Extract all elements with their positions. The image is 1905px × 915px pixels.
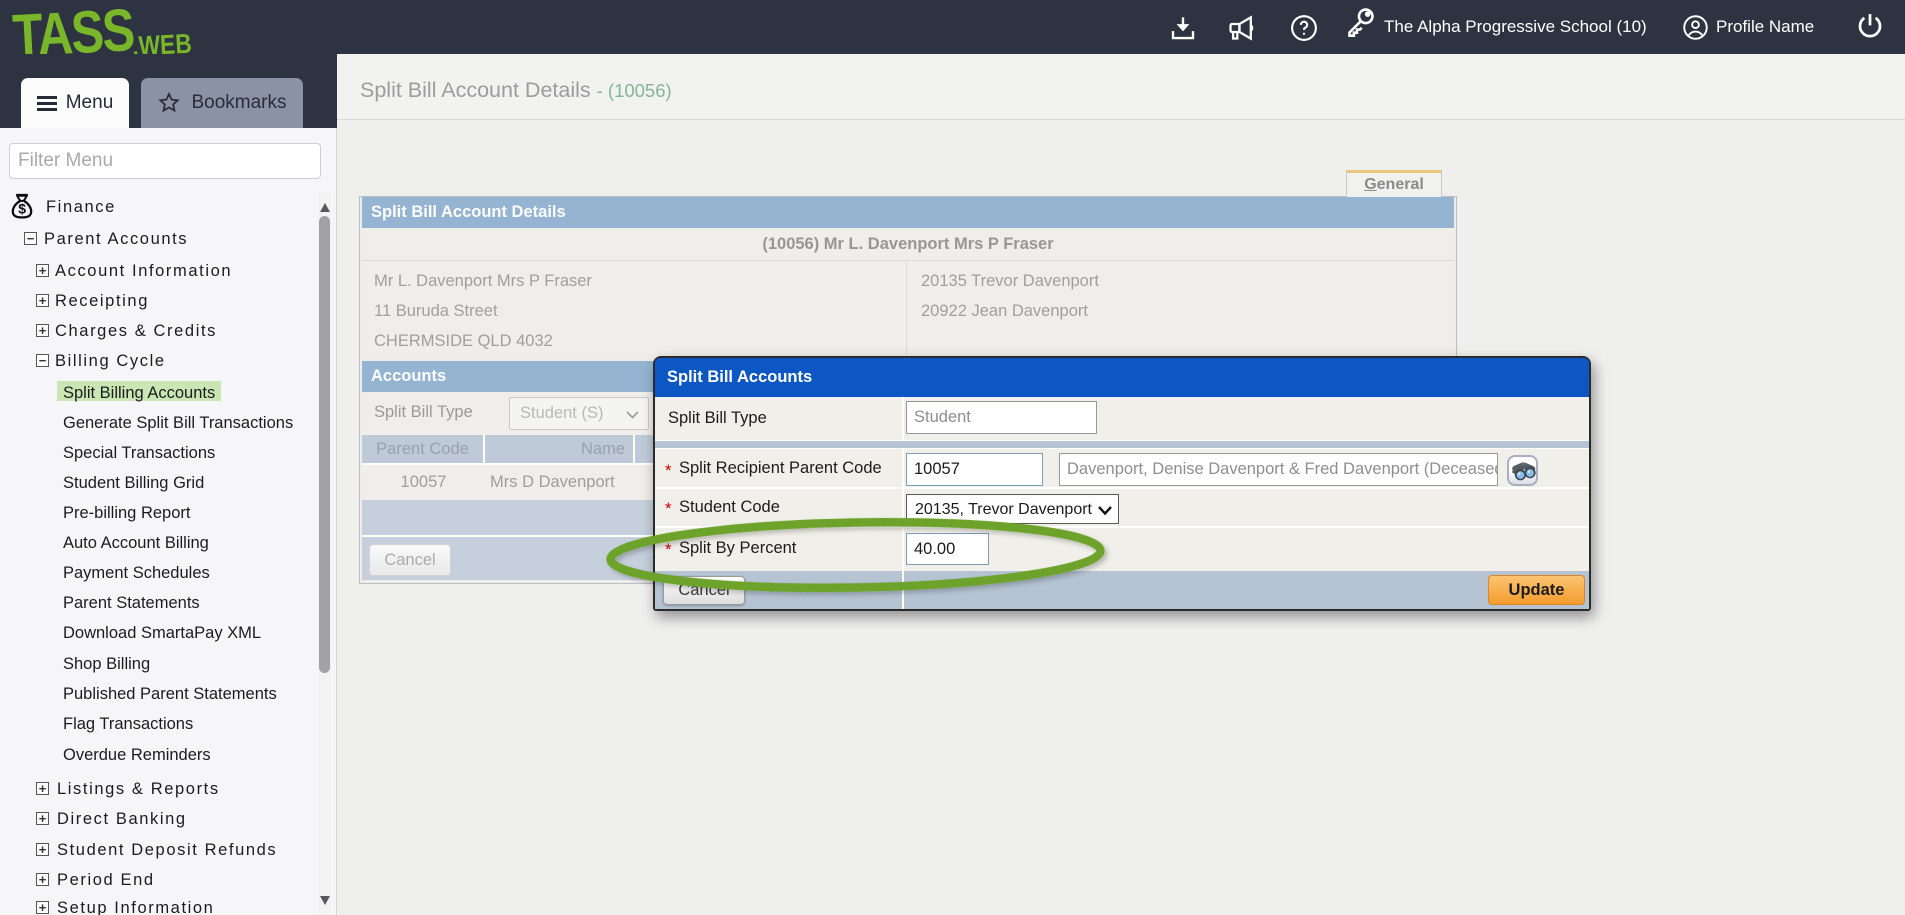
svg-text:$: $ [18, 201, 26, 217]
